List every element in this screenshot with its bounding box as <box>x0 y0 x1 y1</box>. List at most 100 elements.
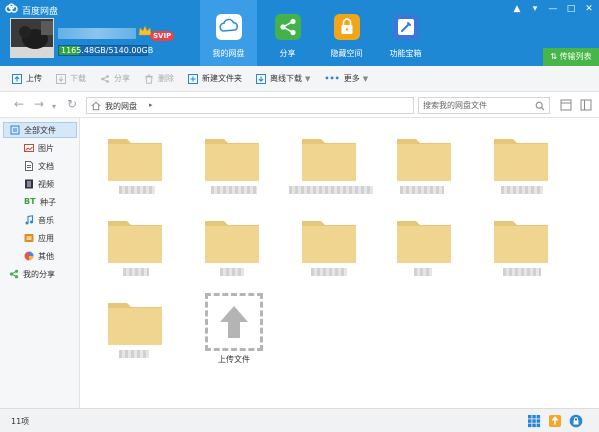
nav-share[interactable]: 分享 <box>259 0 316 66</box>
bell-icon[interactable]: ▲ <box>509 2 525 16</box>
thumbnail-view-icon[interactable] <box>580 99 592 111</box>
sidebar-item-label: 文档 <box>38 161 54 171</box>
settings-menu-icon[interactable]: ▾ <box>527 2 543 16</box>
minimize-icon[interactable]: — <box>545 2 561 16</box>
folder-item[interactable] <box>493 134 549 200</box>
folder-item[interactable] <box>204 134 260 200</box>
delete-button[interactable]: 删除 <box>144 69 174 89</box>
folder-name-blurred <box>123 268 149 276</box>
header: 百度网盘 ▲ ▾ — □ ✕ SVIP 1165.48GB/5140.00GB <box>0 0 599 66</box>
folder-item[interactable] <box>107 134 163 200</box>
sidebar-item-other[interactable]: 其他 <box>24 248 54 264</box>
folder-icon <box>205 139 259 181</box>
upload-button[interactable]: 上传 <box>12 69 42 89</box>
folder-icon <box>302 221 356 263</box>
all-files-icon <box>10 125 20 135</box>
folder-icon <box>397 139 451 181</box>
sidebar-item-label: 视频 <box>38 179 54 189</box>
folder-name-blurred <box>119 350 149 358</box>
breadcrumb-item-my-disk[interactable]: 我的网盘 <box>105 101 137 112</box>
offline-download-button[interactable]: 离线下载 ▼ <box>256 69 310 89</box>
new-folder-button[interactable]: 新建文件夹 <box>188 69 242 89</box>
cloud-icon <box>216 14 242 40</box>
share-button[interactable]: 分享 <box>100 69 130 89</box>
upload-file-tile[interactable] <box>205 293 263 351</box>
bt-icon: BT <box>24 197 36 206</box>
share-icon <box>101 74 109 83</box>
search-icon[interactable] <box>535 101 545 111</box>
grid-view-icon[interactable] <box>527 414 541 428</box>
my-share-icon <box>9 269 19 279</box>
sidebar-item-torrents[interactable]: BT 种子 <box>24 194 56 210</box>
folder-item[interactable] <box>301 216 357 282</box>
nav-my-disk[interactable]: 我的网盘 <box>200 0 257 66</box>
sidebar-item-images[interactable]: 图片 <box>24 140 54 156</box>
folder-item[interactable] <box>107 216 163 282</box>
baidu-cloud-logo-icon <box>5 3 18 13</box>
breadcrumb-chevron-icon[interactable]: ▸ <box>149 101 153 109</box>
image-icon <box>24 144 34 152</box>
address-bar: ← → ▾ ↻ 我的网盘 ▸ <box>0 92 599 118</box>
upload-shortcut-icon[interactable] <box>548 414 562 428</box>
back-arrow-icon[interactable]: ← <box>14 98 24 110</box>
toolbox-icon <box>393 14 419 40</box>
search-input[interactable] <box>419 98 529 113</box>
offline-download-icon <box>256 73 266 84</box>
file-grid: 上传文件 <box>80 118 599 408</box>
refresh-icon[interactable]: ↻ <box>67 98 77 110</box>
status-bar: 11项 <box>0 408 599 432</box>
storage-quota-text: 1165.48GB/5140.00GB <box>61 46 154 55</box>
breadcrumb[interactable]: 我的网盘 ▸ <box>86 97 414 114</box>
svip-badge: SVIP <box>150 31 175 41</box>
sidebar-item-apps[interactable]: 应用 <box>24 230 54 246</box>
download-button[interactable]: 下载 <box>56 69 86 89</box>
folder-item[interactable] <box>396 216 452 282</box>
folder-name-blurred <box>220 268 244 276</box>
share-label: 分享 <box>114 74 130 83</box>
forward-arrow-icon[interactable]: → <box>34 98 44 110</box>
sidebar-item-label: 应用 <box>38 233 54 243</box>
new-folder-label: 新建文件夹 <box>202 74 242 83</box>
nav-label: 功能宝箱 <box>389 49 422 58</box>
folder-item[interactable] <box>107 298 163 364</box>
sidebar-item-videos[interactable]: 视频 <box>24 176 54 192</box>
sidebar-item-all-files[interactable]: 全部文件 <box>3 122 77 138</box>
folder-icon <box>205 221 259 263</box>
delete-label: 删除 <box>158 74 174 83</box>
folder-name-blurred <box>503 268 541 276</box>
home-icon <box>91 101 101 111</box>
music-icon <box>25 215 34 225</box>
folder-icon <box>397 221 451 263</box>
folder-item[interactable] <box>396 134 452 200</box>
username-blurred <box>58 28 136 39</box>
sidebar-item-music[interactable]: 音乐 <box>24 212 54 228</box>
close-icon[interactable]: ✕ <box>581 2 597 16</box>
transfer-list-button[interactable]: ⇅ 传输列表 <box>543 48 599 66</box>
folder-item[interactable] <box>493 216 549 282</box>
nav-toolbox[interactable]: 功能宝箱 <box>377 0 434 66</box>
history-dropdown-icon[interactable]: ▾ <box>52 101 56 113</box>
list-view-icon[interactable] <box>560 99 572 111</box>
sidebar-item-documents[interactable]: 文档 <box>24 158 54 174</box>
offline-download-label: 离线下载 <box>270 74 302 83</box>
nav-hidden-space[interactable]: 隐藏空间 <box>318 0 375 66</box>
folder-name-blurred <box>501 186 543 194</box>
upload-icon <box>12 73 22 84</box>
folder-item[interactable] <box>289 134 373 200</box>
more-button[interactable]: ••• 更多 ▼ <box>324 69 368 89</box>
maximize-icon[interactable]: □ <box>563 2 579 16</box>
avatar[interactable] <box>10 18 54 58</box>
upload-arrow-icon <box>220 306 248 338</box>
trash-icon <box>145 74 153 84</box>
sidebar-item-my-share[interactable]: 我的分享 <box>9 266 55 282</box>
sidebar-item-label: 种子 <box>40 197 56 207</box>
app-title: 百度网盘 <box>22 7 59 17</box>
more-label: 更多 <box>343 74 360 83</box>
transfer-icon: ⇅ <box>550 52 560 61</box>
sidebar-item-label: 全部文件 <box>24 125 56 135</box>
upload-file-label: 上传文件 <box>218 355 250 364</box>
avatar-image <box>11 19 53 57</box>
lock-shortcut-icon[interactable] <box>569 414 583 428</box>
folder-item[interactable] <box>204 216 260 282</box>
toolbar: 上传 下载 分享 删除 新建文件夹 离线下载 ▼ ••• 更多 ▼ <box>0 66 599 92</box>
